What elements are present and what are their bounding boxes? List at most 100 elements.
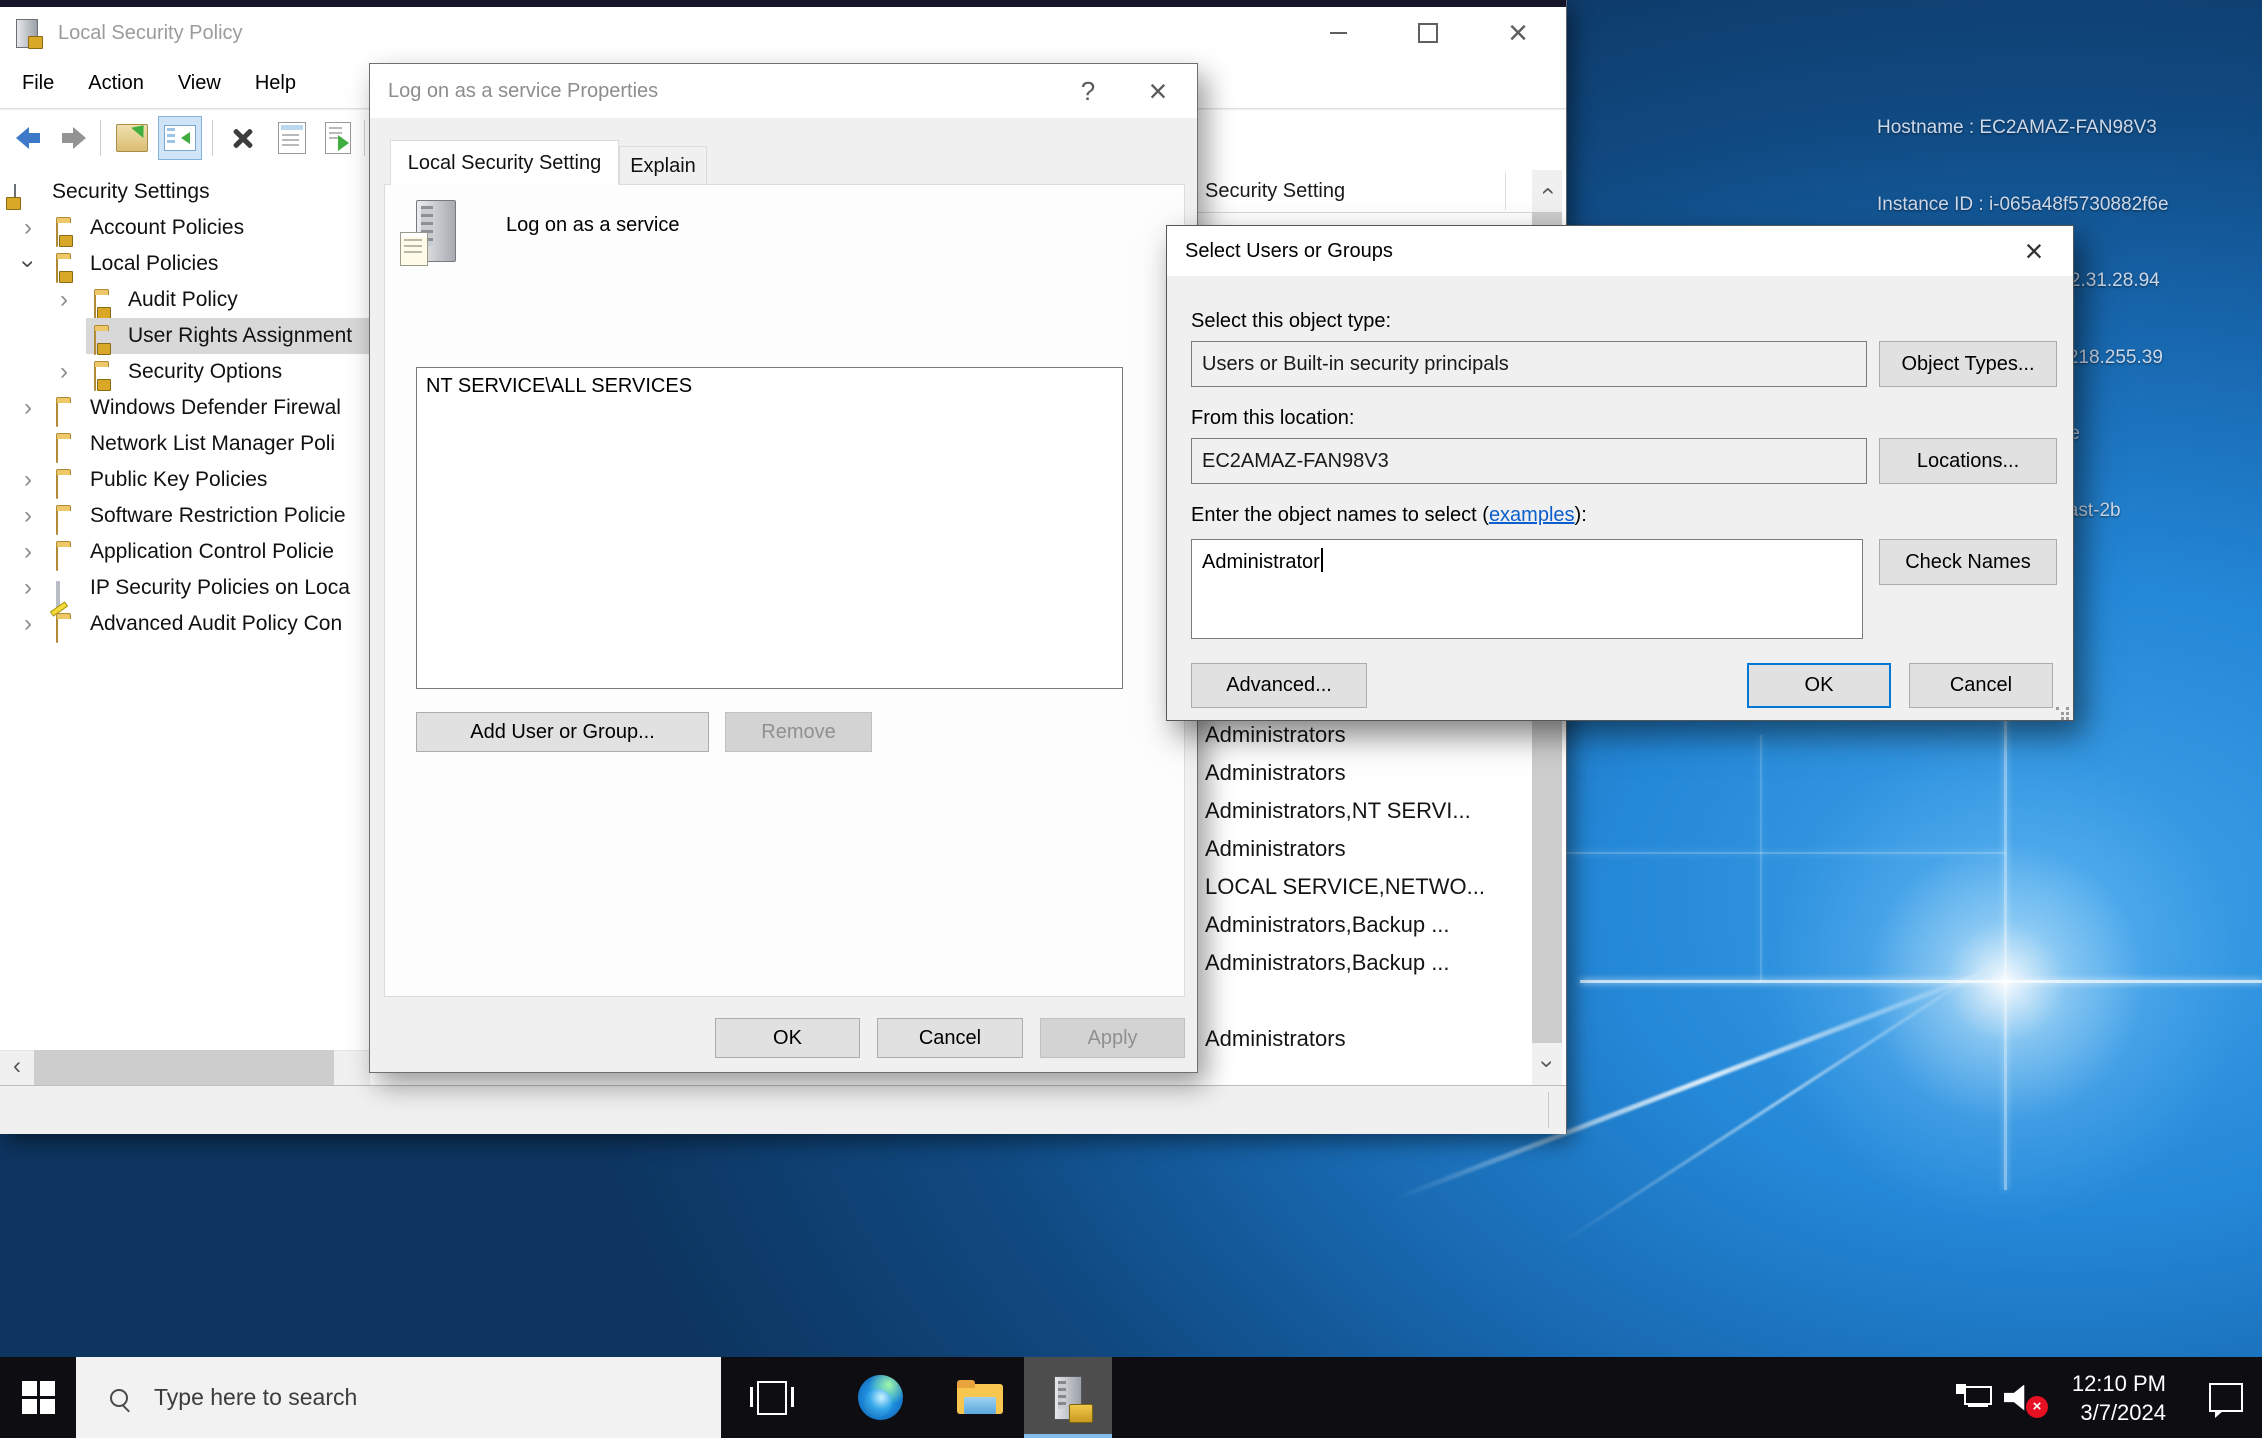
tree-item-public-key-policies[interactable]: › Public Key Policies (0, 462, 370, 498)
menu-help[interactable]: Help (255, 72, 296, 95)
tree-item-security-settings[interactable]: Security Settings (0, 174, 370, 210)
task-view-button[interactable] (736, 1357, 808, 1438)
file-explorer-taskbar-button[interactable] (938, 1357, 1022, 1438)
list-row[interactable]: Administrators,Backup ... (1205, 944, 1505, 982)
add-user-or-group-button[interactable]: Add User or Group... (416, 712, 709, 752)
properties-dialog: Log on as a service Properties ? × Local… (369, 63, 1198, 1073)
chevron-right-icon[interactable]: › (60, 288, 68, 312)
object-type-field[interactable]: Users or Built-in security principals (1191, 341, 1867, 387)
chevron-right-icon[interactable]: › (24, 576, 32, 600)
button-label: Apply (1087, 1027, 1137, 1050)
tree-item-application-control-policies[interactable]: › Application Control Policie (0, 534, 370, 570)
forward-button[interactable] (52, 116, 96, 160)
scroll-up-button[interactable]: › (1532, 170, 1562, 212)
maximize-button[interactable] (1395, 7, 1461, 59)
button-label: Cancel (919, 1027, 981, 1050)
menu-action[interactable]: Action (88, 72, 144, 95)
chevron-right-icon[interactable]: › (24, 540, 32, 564)
ok-button[interactable]: OK (715, 1018, 860, 1058)
folder-icon (56, 546, 58, 571)
cancel-button[interactable]: Cancel (1909, 663, 2053, 708)
object-names-label-suffix: ): (1575, 504, 1587, 526)
horizontal-scrollbar-thumb[interactable] (34, 1050, 334, 1085)
member-item[interactable]: NT SERVICE\ALL SERVICES (426, 375, 692, 398)
tab-local-security-setting[interactable]: Local Security Setting (390, 140, 619, 185)
chevron-right-icon[interactable]: › (24, 504, 32, 528)
tree-item-label: Security Settings (52, 174, 210, 210)
tree-item-user-rights-assignment[interactable]: User Rights Assignment (0, 318, 370, 354)
scroll-left-button[interactable]: › (0, 1050, 33, 1085)
tree-item-audit-policy[interactable]: › Audit Policy (0, 282, 370, 318)
resize-grip[interactable] (2056, 707, 2059, 710)
list-row[interactable]: Administrators (1205, 716, 1505, 754)
properties-icon (278, 122, 306, 154)
tree-item-account-policies[interactable]: › Account Policies (0, 210, 370, 246)
chevron-right-icon[interactable]: › (24, 216, 32, 240)
dialog-title-bar[interactable]: Select Users or Groups (1167, 226, 2073, 276)
tree-item-network-list-manager[interactable]: Network List Manager Poli (0, 426, 370, 462)
tree-item-label: Advanced Audit Policy Con (90, 606, 342, 642)
tree-item-label: IP Security Policies on Loca (90, 570, 350, 606)
policy-name: Log on as a service (506, 214, 679, 237)
tree-item-local-policies[interactable]: › Local Policies (0, 246, 370, 282)
list-row[interactable]: Administrators (1205, 754, 1505, 792)
chevron-right-icon[interactable]: › (24, 612, 32, 636)
location-field[interactable]: EC2AMAZ-FAN98V3 (1191, 438, 1867, 484)
apply-button[interactable]: Apply (1040, 1018, 1185, 1058)
cancel-button[interactable]: Cancel (877, 1018, 1023, 1058)
dialog-close-button[interactable]: × (1133, 64, 1183, 118)
list-row[interactable]: Administrators,NT SERVI... (1205, 792, 1505, 830)
folder-lock-icon (56, 222, 58, 247)
back-button[interactable] (6, 116, 50, 160)
delete-button[interactable] (221, 116, 265, 160)
dialog-close-button[interactable]: × (2009, 226, 2059, 276)
tree-item-advanced-audit-policy[interactable]: › Advanced Audit Policy Con (0, 606, 370, 642)
check-names-button[interactable]: Check Names (1879, 539, 2057, 585)
menu-view[interactable]: View (178, 72, 221, 95)
tree-item-software-restriction-policies[interactable]: › Software Restriction Policie (0, 498, 370, 534)
close-button[interactable]: × (1485, 7, 1551, 59)
close-icon: × (1149, 73, 1168, 110)
scroll-down-button[interactable]: › (1532, 1043, 1562, 1085)
list-row[interactable] (1205, 982, 1505, 1020)
tree-item-windows-defender-firewall[interactable]: › Windows Defender Firewal (0, 390, 370, 426)
chevron-right-icon[interactable]: › (24, 396, 32, 420)
network-tray-icon[interactable] (1946, 1357, 2002, 1438)
edge-taskbar-button[interactable] (838, 1357, 922, 1438)
tree-item-label: Account Policies (90, 210, 244, 246)
column-divider[interactable] (1505, 172, 1506, 210)
object-names-input[interactable]: Administrator (1191, 539, 1863, 639)
properties-button[interactable] (270, 116, 314, 160)
help-button[interactable]: ? (1063, 64, 1113, 118)
advanced-button[interactable]: Advanced... (1191, 663, 1367, 708)
object-types-button[interactable]: Object Types... (1879, 341, 2057, 387)
minimize-button[interactable] (1305, 7, 1371, 59)
chevron-right-icon[interactable]: › (60, 360, 68, 384)
list-row[interactable]: Administrators,Backup ... (1205, 906, 1505, 944)
chevron-right-icon[interactable]: › (24, 468, 32, 492)
local-security-policy-taskbar-button[interactable] (1024, 1357, 1112, 1438)
console-tree-toggle-button[interactable] (158, 116, 202, 160)
status-bar (0, 1085, 1566, 1134)
chevron-down-icon[interactable]: › (16, 260, 40, 268)
tab-explain[interactable]: Explain (619, 146, 707, 185)
export-button[interactable] (110, 116, 154, 160)
export-list-button[interactable] (316, 116, 360, 160)
remove-button[interactable]: Remove (725, 712, 872, 752)
list-row[interactable]: Administrators (1205, 1020, 1505, 1058)
members-listbox[interactable]: NT SERVICE\ALL SERVICES (416, 367, 1123, 689)
list-row[interactable]: LOCAL SERVICE,NETWO... (1205, 868, 1505, 906)
locations-button[interactable]: Locations... (1879, 438, 2057, 484)
examples-link[interactable]: examples (1489, 504, 1575, 526)
menu-file[interactable]: File (22, 72, 54, 95)
tree-item-ip-security-policies[interactable]: › IP Security Policies on Loca (0, 570, 370, 606)
ok-button[interactable]: OK (1747, 663, 1891, 708)
taskbar-clock[interactable]: 12:10 PM 3/7/2024 (2040, 1357, 2170, 1438)
list-row[interactable]: Administrators (1205, 830, 1505, 868)
chevron-left-icon: › (13, 1056, 21, 1080)
tree-item-security-options[interactable]: › Security Options (0, 354, 370, 390)
taskbar-search[interactable]: Type here to search (76, 1357, 721, 1438)
start-button[interactable] (0, 1357, 76, 1438)
action-center-button[interactable] (2196, 1357, 2256, 1438)
wallpaper-window-line (1760, 735, 1762, 982)
